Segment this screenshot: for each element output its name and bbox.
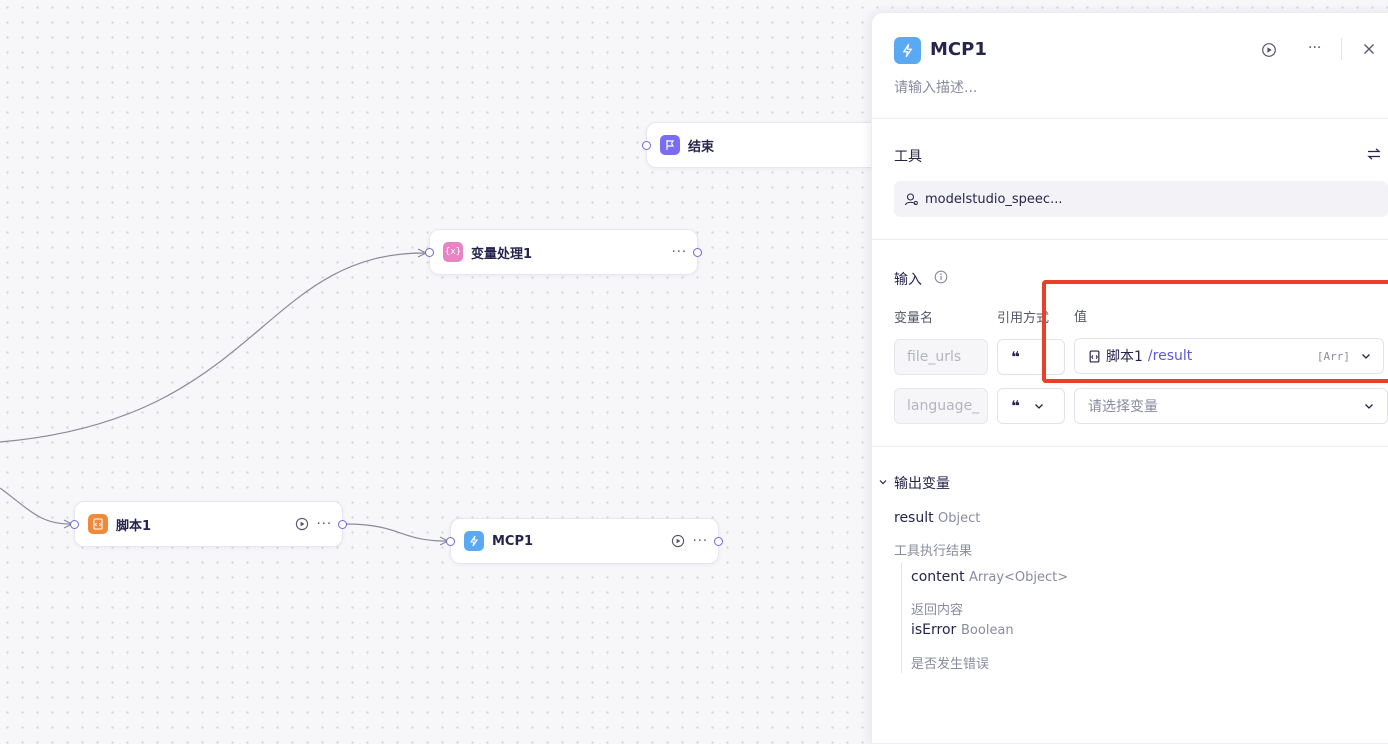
header-divider (1341, 38, 1342, 60)
output-iserror-name: isError (911, 622, 957, 638)
output-content-name: content (911, 569, 965, 585)
output-iserror-desc: 是否发生错误 (911, 657, 990, 672)
value-select-selected[interactable]: 脚本1 /result [Arr] (1074, 338, 1384, 374)
panel-title[interactable]: MCP1 (930, 39, 987, 60)
edge-script-to-mcp (345, 523, 447, 542)
chevron-down-icon (1365, 404, 1373, 409)
tree-guide-line (901, 563, 902, 673)
tool-name: modelstudio_speec... (925, 191, 1063, 207)
output-result-desc: 工具执行结果 (894, 544, 973, 559)
divider (872, 239, 1388, 240)
chevron-down-icon (1034, 404, 1043, 409)
script-node-output-port[interactable] (338, 520, 347, 529)
variable-name-value: language_ (907, 398, 980, 414)
edge-to-var-node (0, 252, 425, 443)
variable-name-field[interactable]: file_urls (894, 339, 988, 375)
mcp-node[interactable]: MCP1 ··· (446, 518, 723, 564)
end-node-title: 结束 (688, 139, 715, 155)
run-icon[interactable] (1261, 42, 1277, 58)
value-source: 脚本1 (1106, 349, 1143, 365)
output-result-name: result (894, 510, 934, 526)
info-icon[interactable] (934, 270, 948, 284)
quote-icon: ❝ (1011, 397, 1020, 415)
value-type-tag: [Arr] (1316, 349, 1350, 363)
run-icon[interactable] (295, 517, 309, 531)
output-result-type: Object (938, 511, 981, 526)
reference-type-select[interactable]: ❝ (997, 388, 1065, 424)
output-iserror-type: Boolean (961, 623, 1014, 638)
divider (872, 446, 1388, 447)
run-icon[interactable] (671, 534, 685, 548)
variable-node-output-port[interactable] (693, 248, 702, 257)
flag-icon (660, 135, 680, 155)
more-icon[interactable]: ··· (317, 517, 332, 532)
column-header-name: 变量名 (894, 311, 934, 326)
column-header-value: 值 (1074, 310, 1088, 325)
more-icon[interactable]: ··· (693, 534, 708, 549)
variable-node[interactable]: {x} 变量处理1 ··· (425, 229, 702, 275)
edge-to-script-node (0, 487, 71, 525)
output-content-desc: 返回内容 (911, 603, 964, 618)
variable-icon: {x} (443, 242, 463, 262)
variable-name-field[interactable]: language_ (894, 388, 988, 424)
lightning-icon (464, 531, 484, 551)
output-content-type: Array<Object> (969, 570, 1069, 585)
input-section-label: 输入 (894, 272, 922, 288)
value-path: /result (1147, 348, 1193, 364)
divider (872, 118, 1388, 119)
panel-lightning-icon (894, 37, 921, 64)
script-node[interactable]: 脚本1 ··· (70, 501, 347, 547)
mcp-node-output-port[interactable] (714, 537, 723, 546)
script-icon (1089, 349, 1100, 363)
variable-name-value: file_urls (907, 349, 962, 365)
script-icon (88, 514, 108, 534)
quote-icon: ❝ (1011, 348, 1020, 366)
close-icon[interactable] (1363, 43, 1375, 55)
script-node-input-port[interactable] (70, 520, 79, 529)
more-icon[interactable]: ··· (1308, 40, 1321, 56)
mcp-node-title: MCP1 (492, 533, 534, 549)
value-placeholder: 请选择变量 (1088, 399, 1158, 415)
description-input[interactable]: 请输入描述... (894, 77, 977, 97)
tool-section-label: 工具 (894, 149, 922, 165)
tool-selector[interactable]: modelstudio_speec... (894, 181, 1388, 217)
mcp-node-input-port[interactable] (446, 537, 455, 546)
end-node[interactable]: 结束 (642, 122, 886, 168)
variable-node-title: 变量处理1 (471, 246, 533, 262)
end-node-input-port[interactable] (642, 141, 651, 150)
output-section-label[interactable]: 输出变量 (894, 473, 950, 493)
more-icon[interactable]: ··· (672, 245, 687, 260)
user-tool-icon (904, 192, 918, 205)
variable-node-input-port[interactable] (425, 248, 434, 257)
chevron-down-icon (1362, 354, 1370, 359)
script-node-title: 脚本1 (116, 518, 152, 534)
value-select[interactable]: 请选择变量 (1074, 388, 1388, 424)
collapse-chevron-icon[interactable] (878, 477, 888, 487)
switch-icon[interactable] (1366, 147, 1382, 161)
